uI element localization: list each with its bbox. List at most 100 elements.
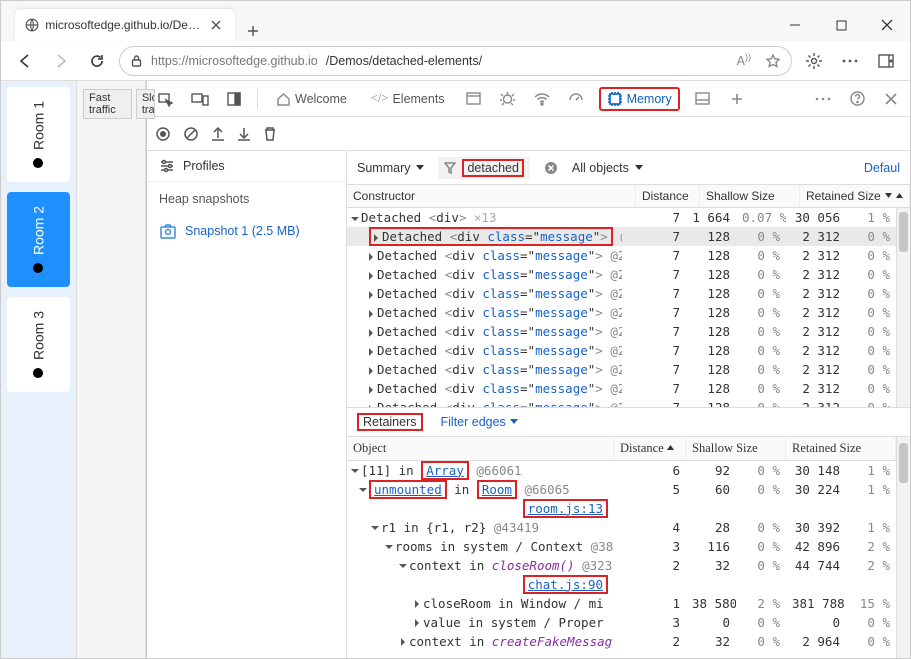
table-row[interactable]: Detached <div class="message"> @20977128… [347,341,896,360]
delete-icon[interactable] [263,126,277,142]
sliders-icon [159,159,175,173]
drawer-icon[interactable] [692,88,714,110]
table-row[interactable]: Detached <div class="message"> @21097128… [347,398,896,407]
scrollbar[interactable] [896,208,910,407]
inspect-icon[interactable] [155,88,177,110]
sort-asc-icon [667,445,674,451]
retainer-row[interactable]: context in closeRoom() @3232320 %44 7442… [347,556,896,575]
source-link[interactable]: chat.js:90 [528,577,603,592]
back-button[interactable] [11,47,39,75]
scrollbar[interactable] [896,437,910,659]
retainer-row[interactable]: unmounted in Room @660655600 %30 2241 % [347,480,896,499]
browser-tab[interactable]: microsoftedge.github.io/Demos/d [15,9,235,41]
dock-icon[interactable] [223,88,245,110]
room-button[interactable]: Room 3 [7,297,70,392]
snapshot-label: Snapshot 1 (2.5 MB) [185,224,300,238]
lock-icon [130,54,143,67]
class-filter[interactable]: detached [438,157,529,179]
globe-icon [25,17,39,33]
retainer-row[interactable]: r1 in {r1, r2} @434194280 %30 3921 % [347,518,896,537]
source-link[interactable]: room.js:13 [528,501,603,516]
minimize-button[interactable] [772,9,818,41]
close-icon[interactable] [207,15,225,35]
col-constructor[interactable]: Constructor [347,185,636,207]
table-row[interactable]: Detached <div class="message"> @21007128… [347,360,896,379]
more-tools-icon[interactable] [812,88,834,110]
browser-toolbar: https://microsoftedge.github.io/Demos/de… [1,41,910,81]
col-distance-r[interactable]: Distance [620,441,664,456]
tab-welcome[interactable]: Welcome [270,88,353,110]
col-retained-r[interactable]: Retained Size [786,437,896,460]
table-row[interactable]: Detached <div class="message"> @20827128… [347,246,896,265]
slow-traffic-button[interactable]: Slow tra [136,89,155,119]
tab-memory[interactable]: Memory [599,87,680,111]
retainer-row[interactable]: [11] in Array @660616920 %30 1481 % [347,461,896,480]
col-shallow-r[interactable]: Shallow Size [686,437,786,460]
help-icon[interactable] [846,88,868,110]
read-aloud-icon[interactable]: A)) [737,52,751,68]
tab-title: microsoftedge.github.io/Demos/d [45,18,201,32]
sort-asc-icon [896,193,903,199]
close-devtools-icon[interactable] [880,88,902,110]
profiles-label: Profiles [183,159,225,173]
table-row[interactable]: Detached <div class="message"> @20897128… [347,303,896,322]
table-row[interactable]: Detached <div class="message"> @20867128… [347,284,896,303]
constructors-table: Constructor Distance Shallow Size Retain… [347,185,910,407]
performance-icon[interactable] [565,88,587,110]
device-icon[interactable] [189,88,211,110]
window-controls [772,9,910,41]
col-distance[interactable]: Distance [636,185,700,207]
retainer-row[interactable]: closeRoom in Window / mi138 5802 %381 78… [347,594,896,613]
chevron-down-icon [416,165,424,171]
table-header: Constructor Distance Shallow Size Retain… [347,185,910,208]
snapshots-panel: Profiles Heap snapshots Snapshot 1 (2.5 … [147,151,347,658]
settings-icon[interactable] [800,47,828,75]
address-bar[interactable]: https://microsoftedge.github.io/Demos/de… [119,46,792,76]
new-tab-button[interactable] [243,21,263,41]
wifi-icon[interactable] [531,88,553,110]
status-dot-icon [34,263,44,273]
table-row[interactable]: Detached <div class="message"> @21057128… [347,379,896,398]
col-shallow[interactable]: Shallow Size [700,185,800,207]
col-retained[interactable]: Retained Size [806,189,881,203]
add-tab-icon[interactable] [726,88,748,110]
export-icon[interactable] [211,126,225,142]
app-tab-icon[interactable] [463,88,485,110]
url-host: https://microsoftedge.github.io [151,54,318,68]
refresh-button[interactable] [83,47,111,75]
record-icon[interactable] [155,126,171,142]
table-group-row[interactable]: Detached <div> ×1371 6640.07 %30 0561 % [347,208,896,227]
retainer-row[interactable]: rooms in system / Context @3831160 %42 8… [347,537,896,556]
scope-select[interactable]: All objects [572,161,643,175]
favorite-icon[interactable] [765,53,781,69]
table-row[interactable]: Detached <div class="message"> @20937128… [347,322,896,341]
room-button[interactable]: Room 1 [7,87,70,182]
memory-toolbar [147,117,910,151]
clear-icon[interactable] [183,126,199,142]
default-link[interactable]: Defaul [864,161,900,175]
retainers-tab[interactable]: Retainers [357,413,423,431]
retainer-row[interactable]: context in createFakeMessag2320 %2 9640 … [347,632,896,651]
tab-elements-label: Elements [392,92,444,106]
sidebar-toggle-icon[interactable] [872,47,900,75]
bug-icon[interactable] [497,88,519,110]
more-icon[interactable] [836,47,864,75]
room-button[interactable]: Room 2 [7,192,70,287]
view-select[interactable]: Summary [357,161,424,175]
close-window-button[interactable] [864,9,910,41]
import-icon[interactable] [237,126,251,142]
scope-label: All objects [572,161,629,175]
fast-traffic-button[interactable]: Fast traffic [83,89,132,119]
retainer-link-row[interactable]: room.js:13 [347,499,896,518]
retainer-link-row[interactable]: chat.js:90 [347,575,896,594]
table-row[interactable]: Detached <div class="message"> @20847128… [347,265,896,284]
table-row[interactable]: Detached <div class="message"> @20817128… [347,227,896,246]
filter-edges[interactable]: Filter edges [441,415,518,429]
tab-elements[interactable]: </> Elements [365,87,451,110]
snapshot-item[interactable]: Snapshot 1 (2.5 MB) [147,216,346,246]
retainer-row[interactable]: value in system / Proper300 %00 % [347,613,896,632]
col-object[interactable]: Object [347,437,614,460]
maximize-button[interactable] [818,9,864,41]
summary-bar: Summary detached All objects Defaul [347,151,910,185]
clear-filter-icon[interactable] [544,161,558,175]
